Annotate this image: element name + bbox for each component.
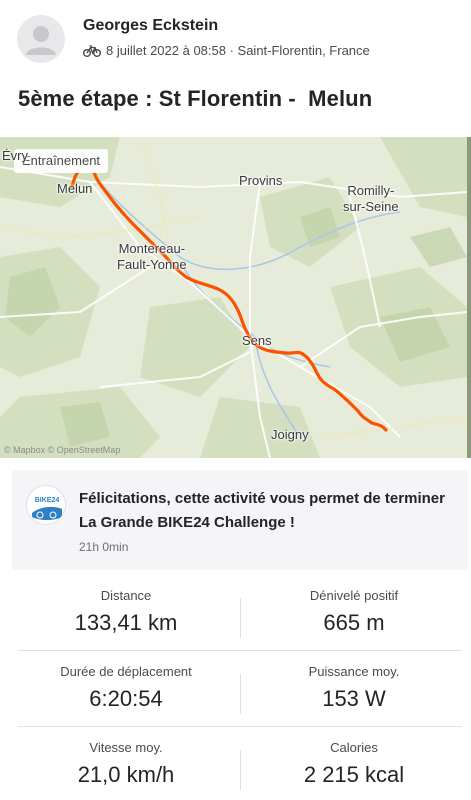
map-scroll-edge bbox=[467, 137, 471, 458]
map-label-sens: Sens bbox=[242, 333, 272, 348]
map-attribution[interactable]: © Mapbox © OpenStreetMap bbox=[4, 445, 120, 455]
activity-meta: 8 juillet 2022 à 08:58 · Saint-Florentin… bbox=[83, 43, 370, 58]
activity-date-location: 8 juillet 2022 à 08:58 · Saint-Florentin… bbox=[106, 43, 370, 58]
map-label-provins: Provins bbox=[239, 173, 283, 188]
stat-label: Distance bbox=[100, 588, 152, 603]
challenge-time: 21h 0min bbox=[79, 540, 129, 554]
bike-icon bbox=[83, 45, 101, 57]
stat-value: 133,41 km bbox=[74, 610, 178, 635]
stat-divider bbox=[18, 650, 462, 651]
stat-moving-time: Durée de déplacement 6:20:54 bbox=[12, 652, 240, 728]
challenge-logo: BIKE24 bbox=[26, 485, 66, 525]
stat-divider bbox=[240, 750, 241, 790]
stat-value: 21,0 km/h bbox=[77, 762, 175, 787]
stat-divider bbox=[240, 674, 241, 714]
stat-value: 665 m bbox=[323, 610, 385, 635]
stat-label: Puissance moy. bbox=[308, 664, 400, 679]
challenge-logo-text: BIKE24 bbox=[35, 497, 60, 504]
stat-elevation: Dénivelé positif 665 m bbox=[240, 576, 468, 652]
stat-divider bbox=[18, 726, 462, 727]
avatar[interactable] bbox=[17, 15, 65, 63]
activity-title[interactable]: 5ème étape : St Florentin - Melun bbox=[18, 86, 372, 112]
activity-header: Georges Eckstein 8 juillet 2022 à 08:58 … bbox=[0, 0, 471, 76]
bike24-logo-icon: BIKE24 bbox=[29, 488, 65, 524]
stat-speed: Vitesse moy. 21,0 km/h bbox=[12, 728, 240, 800]
stat-label: Calories bbox=[330, 740, 378, 755]
athlete-name[interactable]: Georges Eckstein bbox=[83, 17, 218, 35]
map-label-romilly: Romilly- sur-Seine bbox=[343, 183, 399, 214]
map-label-joigny: Joigny bbox=[271, 427, 309, 442]
stat-distance: Distance 133,41 km bbox=[12, 576, 240, 652]
map-label-evry: Évry bbox=[2, 148, 28, 163]
stat-value: 2 215 kcal bbox=[303, 762, 405, 787]
challenge-message: Félicitations, cette activité vous perme… bbox=[79, 490, 445, 531]
map-label-melun: Melun bbox=[57, 181, 93, 196]
stat-calories: Calories 2 215 kcal bbox=[240, 728, 468, 800]
stat-value: 6:20:54 bbox=[89, 686, 163, 711]
stat-label: Vitesse moy. bbox=[89, 740, 163, 755]
user-placeholder-icon bbox=[26, 26, 56, 55]
workout-type-badge: Entraînement bbox=[14, 149, 109, 173]
stat-divider bbox=[240, 598, 241, 638]
stat-label: Durée de déplacement bbox=[60, 664, 192, 679]
challenge-card[interactable]: BIKE24 Félicitations, cette activité vou… bbox=[12, 470, 468, 570]
stat-label: Dénivelé positif bbox=[309, 588, 399, 603]
map-label-montereau: Montereau- Fault-Yonne bbox=[117, 241, 187, 272]
stat-power: Puissance moy. 153 W bbox=[240, 652, 468, 728]
stat-value: 153 W bbox=[322, 686, 386, 711]
